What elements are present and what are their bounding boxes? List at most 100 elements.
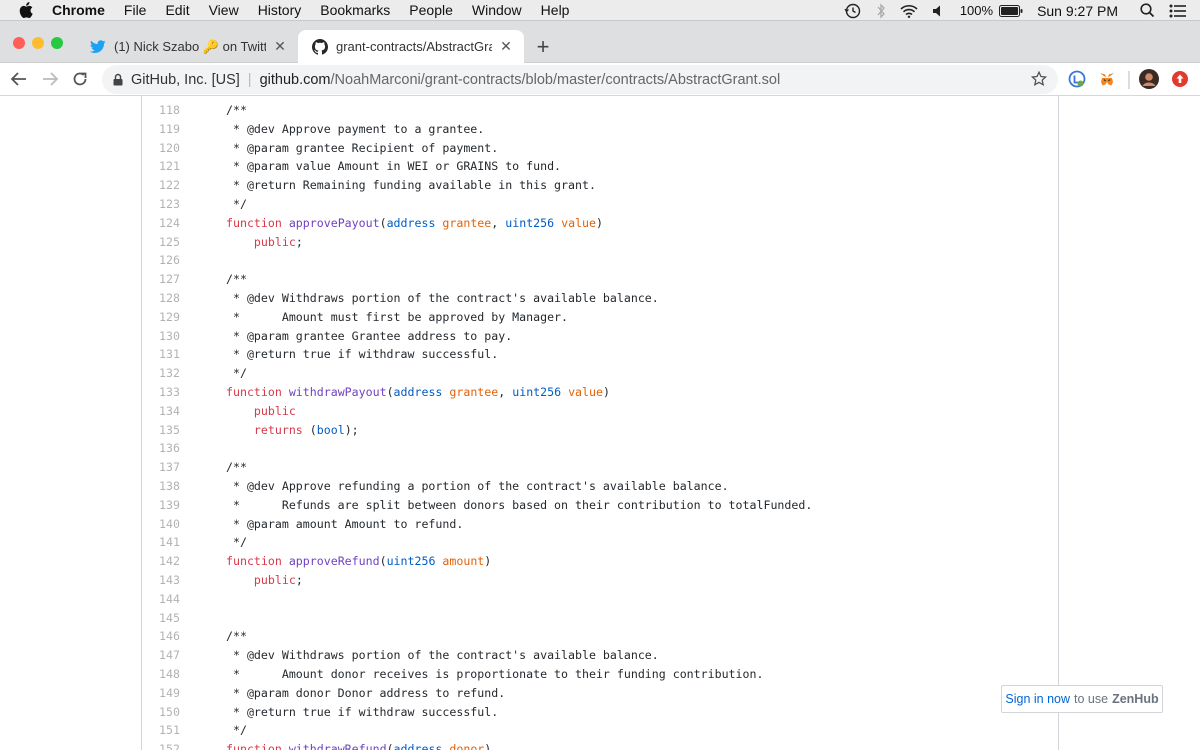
line-number[interactable]: 152 [142,740,180,750]
spotlight-search-icon[interactable] [1140,3,1155,18]
code-token: ; [295,234,303,249]
line-number[interactable]: 127 [142,270,180,289]
line-number[interactable]: 122 [142,176,180,195]
code-token: * @dev Approve payment to a grantee. [226,121,485,136]
line-number[interactable]: 151 [142,721,180,740]
line-number[interactable]: 141 [142,533,180,552]
code-token: value [561,215,596,230]
apple-logo-icon[interactable] [19,2,35,18]
tab-close-icon[interactable]: ✕ [272,38,288,55]
line-number[interactable]: 140 [142,515,180,534]
line-number[interactable]: 146 [142,627,180,646]
line-number[interactable]: 148 [142,665,180,684]
line-number[interactable]: 118 [142,101,180,120]
code-token: bool [316,422,345,437]
line-number[interactable]: 128 [142,289,180,308]
menu-bookmarks[interactable]: Bookmarks [320,2,390,18]
line-number[interactable]: 121 [142,157,180,176]
new-tab-button[interactable]: + [533,36,553,58]
code-text: */ [180,721,247,740]
github-code-view: 118 /** 119 * @dev Approve payment to a gr… [0,96,1200,750]
menu-file[interactable]: File [124,2,147,18]
code-token: */ [226,196,247,211]
notification-center-icon[interactable] [1169,4,1186,18]
code-token: * @param amount Amount to refund. [226,516,464,531]
line-number[interactable]: 142 [142,552,180,571]
code-token: grantee [449,384,499,399]
time-machine-icon[interactable] [844,3,862,19]
zenhub-signin-link[interactable]: Sign in now [1005,692,1070,706]
address-bar[interactable]: GitHub, Inc. [US] | github.com/NoahMarco… [102,65,1058,94]
code-token: * Amount must first be approved by Manag… [226,309,569,324]
code-token: address [393,742,450,750]
line-number[interactable]: 147 [142,646,180,665]
code-text: * @param donor Donor address to refund. [180,684,505,703]
line-number[interactable]: 136 [142,439,180,458]
line-number[interactable]: 120 [142,139,180,158]
code-token: * @dev Withdraws portion of the contract… [226,648,659,663]
line-number[interactable]: 123 [142,195,180,214]
code-line: 119 * @dev Approve payment to a grantee. [142,120,1058,139]
menu-edit[interactable]: Edit [165,2,189,18]
line-number[interactable]: 135 [142,421,180,440]
bookmark-star-icon[interactable] [1030,70,1048,91]
line-number[interactable]: 126 [142,251,180,270]
volume-icon[interactable] [932,4,946,18]
bluetooth-icon[interactable] [876,2,886,19]
line-number[interactable]: 125 [142,233,180,252]
menu-window[interactable]: Window [472,2,522,18]
tab-github-active[interactable]: grant-contracts/AbstractGrant ✕ [298,30,524,63]
code-token: ( [379,554,387,569]
tab-close-icon[interactable]: ✕ [498,38,514,55]
menu-view[interactable]: View [209,2,239,18]
window-close-button[interactable] [13,37,25,49]
code-token: address [386,215,443,230]
line-number[interactable]: 145 [142,609,180,628]
line-number[interactable]: 119 [142,120,180,139]
line-number[interactable]: 143 [142,571,180,590]
line-number[interactable]: 137 [142,458,180,477]
lock-icon[interactable] [113,73,123,86]
line-number[interactable]: 139 [142,496,180,515]
menu-app-chrome[interactable]: Chrome [52,2,105,18]
line-number[interactable]: 132 [142,364,180,383]
line-number[interactable]: 129 [142,308,180,327]
extension-shield-icon[interactable] [1067,69,1087,89]
battery-icon[interactable] [999,4,1023,17]
line-number[interactable]: 134 [142,402,180,421]
code-line: 132 */ [142,364,1058,383]
window-minimize-button[interactable] [32,37,44,49]
code-token: * @dev Withdraws portion of the contract… [226,290,659,305]
code-line: 142 function approveRefund(uint256 amount… [142,552,1058,571]
code-token: ( [386,742,394,750]
line-number[interactable]: 124 [142,214,180,233]
menu-bar-clock[interactable]: Sun 9:27 PM [1037,3,1118,19]
line-number[interactable]: 138 [142,477,180,496]
update-alert-icon[interactable] [1170,69,1190,89]
menu-people[interactable]: People [409,2,453,18]
code-token: approveRefund [288,554,380,569]
code-token: * @return true if withdraw successful. [226,347,499,362]
code-token: ( [302,422,317,437]
metamask-fox-icon[interactable] [1097,69,1117,89]
line-number[interactable]: 149 [142,684,180,703]
tab-twitter[interactable]: (1) Nick Szabo 🔑 on Twitter: " ✕ [76,30,298,63]
code-token: /** [226,629,247,644]
profile-avatar[interactable] [1139,69,1159,89]
macos-menu-bar: Chrome File Edit View History Bookmarks … [0,0,1200,21]
line-number[interactable]: 133 [142,383,180,402]
reload-icon[interactable] [70,69,90,89]
forward-arrow-icon[interactable] [40,69,60,89]
line-number[interactable]: 150 [142,703,180,722]
line-number[interactable]: 130 [142,327,180,346]
line-number[interactable]: 131 [142,345,180,364]
menu-history[interactable]: History [258,2,302,18]
zenhub-text: to use [1074,692,1109,706]
code-line: 125 public; [142,233,1058,252]
back-arrow-icon[interactable] [9,69,29,89]
window-zoom-button[interactable] [51,37,63,49]
line-number[interactable]: 144 [142,590,180,609]
wifi-icon[interactable] [900,4,918,18]
menu-help[interactable]: Help [541,2,570,18]
